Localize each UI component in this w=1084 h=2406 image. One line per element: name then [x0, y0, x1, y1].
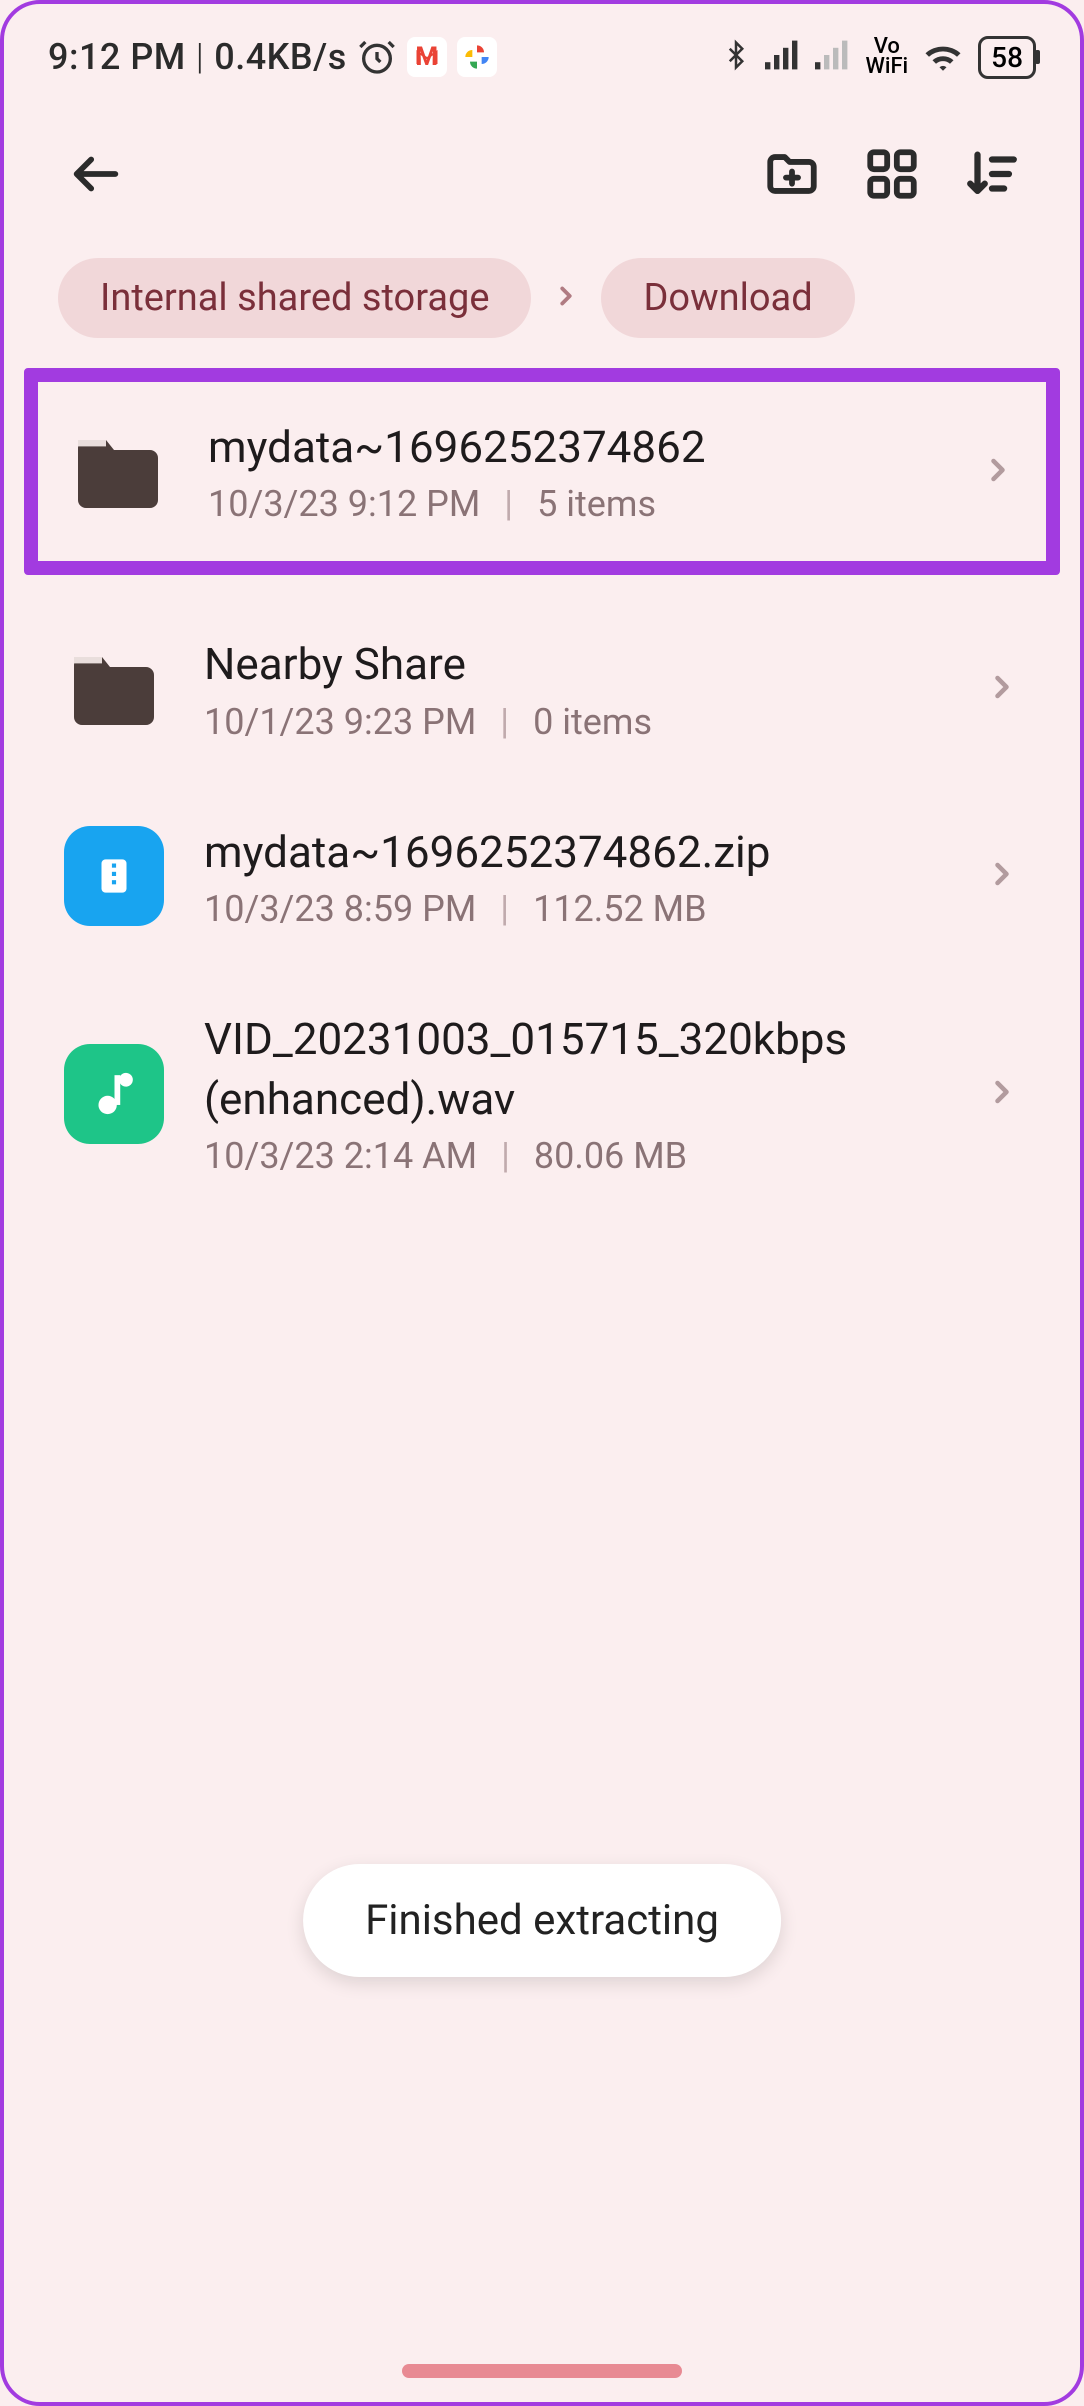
breadcrumb-item-root[interactable]: Internal shared storage	[58, 258, 531, 338]
list-item[interactable]: mydata~1696252374862 10/3/23 9:12 PM|5 i…	[24, 368, 1060, 575]
list-item-text: mydata~1696252374862.zip 10/3/23 8:59 PM…	[204, 823, 944, 930]
list-item[interactable]: Nearby Share 10/1/23 9:23 PM|0 items	[44, 595, 1040, 782]
file-list: mydata~1696252374862 10/3/23 9:12 PM|5 i…	[4, 368, 1080, 1217]
folder-icon	[68, 422, 168, 522]
chevron-right-icon	[984, 1074, 1020, 1114]
file-meta: 10/3/23 2:14 AM|80.06 MB	[204, 1135, 944, 1177]
back-button[interactable]	[56, 134, 136, 214]
file-name: VID_20231003_015715_320kbps (enhanced).w…	[204, 1010, 724, 1135]
view-grid-button[interactable]	[852, 134, 932, 214]
list-item-text: mydata~1696252374862 10/3/23 9:12 PM|5 i…	[208, 418, 940, 525]
signal-icon-1	[765, 39, 801, 75]
music-icon	[64, 1044, 164, 1144]
zip-icon	[64, 826, 164, 926]
status-sep: |	[196, 36, 204, 78]
list-item[interactable]: mydata~1696252374862.zip 10/3/23 8:59 PM…	[44, 783, 1040, 970]
status-speed: 0.4KB/s	[214, 36, 346, 78]
breadcrumb-item-current[interactable]: Download	[601, 258, 854, 338]
breadcrumb: Internal shared storage Download	[4, 244, 1080, 368]
status-left: 9:12 PM | 0.4KB/s M	[48, 36, 497, 78]
new-folder-button[interactable]	[752, 134, 832, 214]
file-meta: 10/1/23 9:23 PM|0 items	[204, 701, 944, 743]
wifi-icon	[922, 38, 964, 76]
app-bar	[4, 94, 1080, 244]
status-right: Vo WiFi 58	[721, 36, 1036, 79]
gmail-icon: M	[407, 37, 447, 77]
battery-indicator: 58	[978, 36, 1036, 79]
chevron-right-icon	[984, 669, 1020, 709]
chevron-right-icon	[551, 281, 581, 315]
sort-button[interactable]	[952, 134, 1032, 214]
bluetooth-icon	[721, 36, 751, 78]
status-time: 9:12 PM	[48, 36, 186, 78]
toast-message: Finished extracting	[303, 1864, 781, 1977]
file-name: mydata~1696252374862.zip	[204, 823, 944, 888]
chevron-right-icon	[984, 856, 1020, 896]
file-meta: 10/3/23 9:12 PM|5 items	[208, 483, 940, 525]
chevron-right-icon	[980, 452, 1016, 492]
folder-icon	[64, 639, 164, 739]
signal-icon-2	[815, 39, 851, 75]
file-name: mydata~1696252374862	[208, 418, 940, 483]
file-meta: 10/3/23 8:59 PM|112.52 MB	[204, 888, 944, 930]
vowifi-icon: Vo WiFi	[865, 37, 908, 77]
alarm-icon	[357, 37, 397, 77]
list-item-text: VID_20231003_015715_320kbps (enhanced).w…	[204, 1010, 944, 1177]
list-item-text: Nearby Share 10/1/23 9:23 PM|0 items	[204, 635, 944, 742]
gesture-bar[interactable]	[402, 2364, 682, 2378]
file-name: Nearby Share	[204, 635, 944, 700]
status-bar: 9:12 PM | 0.4KB/s M Vo WiFi 58	[4, 4, 1080, 94]
list-item[interactable]: VID_20231003_015715_320kbps (enhanced).w…	[44, 970, 1040, 1217]
photos-icon	[457, 37, 497, 77]
